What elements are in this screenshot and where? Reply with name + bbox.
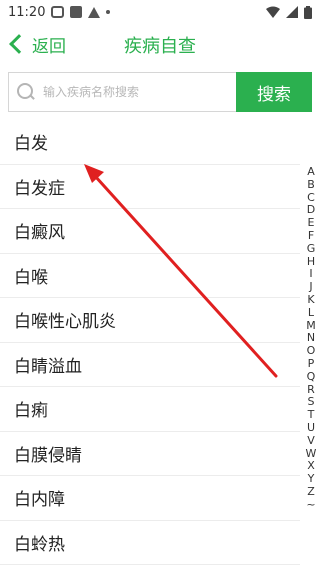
disease-list-item[interactable]: 白发症 (0, 165, 300, 209)
alphabet-index-bar[interactable]: A B C D E F G H I J K L M N O P Q R S T U V W X Y Z ~ (304, 165, 318, 512)
app-s-icon (70, 6, 83, 18)
index-letter[interactable]: P (308, 357, 315, 371)
index-letter[interactable]: L (308, 306, 314, 320)
index-letter[interactable]: A (307, 165, 315, 179)
status-time: 11:20 (8, 4, 46, 20)
disease-list-item[interactable]: 白发 (0, 120, 300, 165)
search-row: 搜索 (8, 72, 312, 112)
disease-list: 白发 白发症 白癜风 白喉 白喉性心肌炎 白睛溢血 白痢 白膜侵睛 白内障 白蛉热 (0, 120, 300, 565)
disease-list-item[interactable]: 白内障 (0, 476, 300, 521)
index-letter[interactable]: G (307, 242, 316, 256)
index-letter[interactable]: B (307, 178, 315, 192)
index-letter[interactable]: Y (308, 472, 315, 486)
search-icon (17, 83, 35, 101)
disease-list-item[interactable]: 白喉 (0, 254, 300, 298)
page-title: 疾病自查 (124, 36, 196, 57)
index-letter[interactable]: F (308, 229, 314, 243)
wifi-icon (266, 6, 280, 18)
signal-icon (286, 6, 298, 18)
disease-list-item[interactable]: 白膜侵睛 (0, 432, 300, 476)
header: 返回 疾病自查 (0, 24, 320, 64)
search-button[interactable]: 搜索 (236, 72, 312, 112)
disease-list-item[interactable]: 白癜风 (0, 209, 300, 254)
index-letter[interactable]: K (307, 293, 314, 307)
disease-list-item[interactable]: 白睛溢血 (0, 343, 300, 387)
battery-icon (304, 5, 312, 19)
app-a-icon (88, 6, 101, 18)
index-letter[interactable]: Z (307, 485, 315, 499)
notification-dot-icon (106, 10, 111, 14)
status-right (266, 5, 312, 19)
search-input[interactable] (43, 85, 223, 99)
index-letter[interactable]: Q (307, 370, 316, 384)
status-left: 11:20 (8, 4, 111, 20)
disease-list-item[interactable]: 白喉性心肌炎 (0, 298, 300, 343)
index-letter[interactable]: U (307, 421, 315, 435)
index-letter[interactable]: V (307, 434, 315, 448)
mail-icon (51, 6, 65, 18)
disease-list-item[interactable]: 白痢 (0, 387, 300, 432)
status-bar: 11:20 (0, 0, 320, 24)
search-box[interactable] (8, 72, 236, 112)
disease-list-item[interactable]: 白蛉热 (0, 521, 300, 565)
index-letter[interactable]: ~ (306, 498, 315, 512)
